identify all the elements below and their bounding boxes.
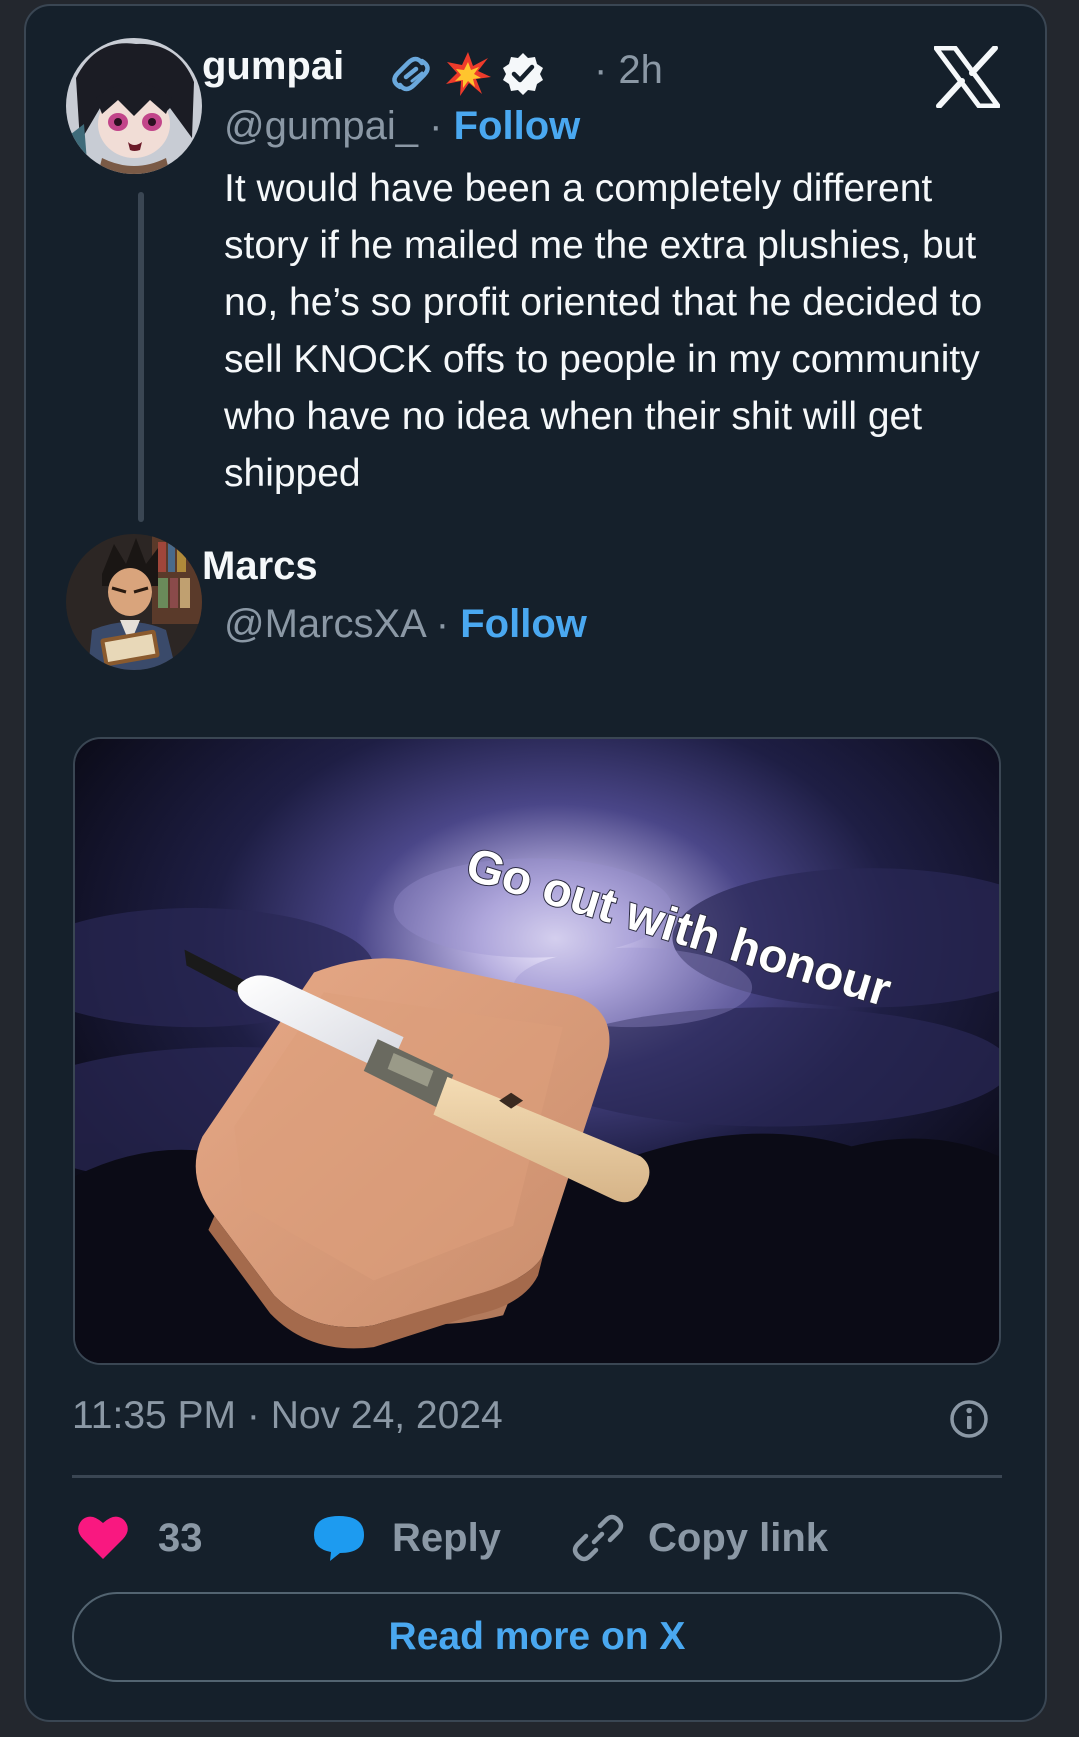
gumpai-tweet-text: It would have been a completely differen… xyxy=(224,167,983,495)
gumpai-follow-link[interactable]: Follow xyxy=(454,104,581,148)
reply-button[interactable]: Reply xyxy=(312,1506,501,1570)
reply-media-image[interactable]: Go out with honour xyxy=(73,737,1001,1365)
reply-timestamp[interactable]: 11:35 PM · Nov 24, 2024 xyxy=(72,1392,503,1440)
like-button[interactable]: 33 xyxy=(76,1506,203,1570)
like-count: 33 xyxy=(158,1515,203,1560)
marcs-avatar[interactable] xyxy=(66,534,202,670)
copy-link-label: Copy link xyxy=(648,1515,829,1560)
embedded-tweet-card: gumpai · 2h @gumpai_ · Follow It would h… xyxy=(24,4,1047,1722)
gumpai-handle-row: @gumpai_ · Follow xyxy=(224,102,580,150)
action-bar: 33 Reply Copy link xyxy=(72,1506,1002,1570)
gumpai-badges xyxy=(386,48,546,100)
x-logo-icon[interactable] xyxy=(934,46,1000,108)
handle-separator: · xyxy=(435,602,450,646)
info-icon[interactable] xyxy=(948,1398,990,1440)
actions-divider xyxy=(72,1475,1002,1478)
heart-icon xyxy=(78,1516,128,1559)
copy-link-button[interactable]: Copy link xyxy=(572,1506,828,1570)
reply-label: Reply xyxy=(392,1515,501,1560)
verified-badge-icon xyxy=(503,53,543,95)
gumpai-display-name[interactable]: gumpai xyxy=(202,42,344,90)
copy-link-icon xyxy=(572,1514,624,1562)
thread-connector-line xyxy=(138,192,144,522)
gumpai-post-age[interactable]: · 2h xyxy=(594,46,663,94)
speech-bubble-icon xyxy=(314,1516,364,1561)
link-chain-icon xyxy=(392,56,430,92)
read-more-on-x-button[interactable]: Read more on X xyxy=(72,1592,1002,1682)
collision-emoji-icon xyxy=(446,52,491,96)
marcs-handle[interactable]: @MarcsXA xyxy=(224,602,425,646)
marcs-handle-row: @MarcsXA · Follow xyxy=(224,600,587,648)
marcs-follow-link[interactable]: Follow xyxy=(460,602,587,646)
marcs-display-name[interactable]: Marcs xyxy=(202,542,318,590)
handle-separator: · xyxy=(429,104,443,148)
gumpai-handle[interactable]: @gumpai_ xyxy=(224,104,418,148)
gumpai-avatar[interactable] xyxy=(66,38,202,174)
